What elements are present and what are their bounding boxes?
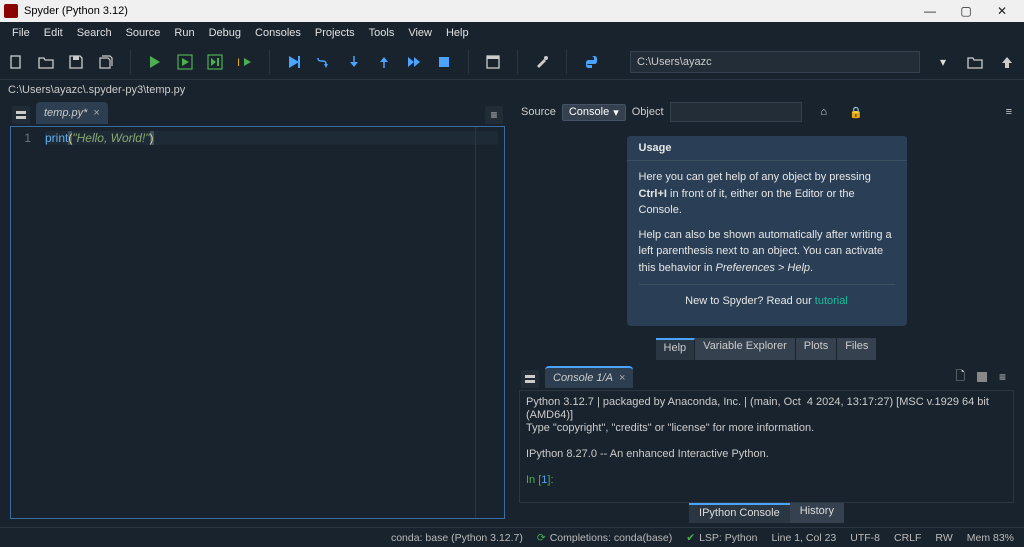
editor-options-icon[interactable]: ≡ [485,106,503,124]
code-token-function: print [45,131,68,145]
status-rw[interactable]: RW [935,532,952,544]
tutorial-link[interactable]: tutorial [815,295,848,307]
status-lsp[interactable]: ✔LSP: Python [686,532,757,544]
console-tab-label: Console 1/A [553,372,613,384]
ipython-console-pane: Console 1/A × 🗋 ≡ Python 3.12.7 | packag… [515,364,1018,524]
tab-files[interactable]: Files [837,338,877,360]
interrupt-kernel-icon[interactable]: 🗋 [955,367,965,388]
svg-text:I: I [237,57,240,69]
close-button[interactable]: ✕ [984,0,1020,22]
close-console-tab-icon[interactable]: × [619,372,625,384]
menu-help[interactable]: Help [440,25,475,41]
menubar: File Edit Search Source Run Debug Consol… [0,22,1024,44]
help-object-input[interactable] [670,102,803,122]
code-editor[interactable]: 1 print("Hello, World!") [10,126,505,519]
run-cell-advance-icon[interactable] [207,54,223,70]
stop-debug-icon[interactable] [436,54,452,70]
minimize-button[interactable]: — [912,0,948,22]
menu-projects[interactable]: Projects [309,25,361,41]
editor-tabbar: temp.py* × ≡ [6,100,509,124]
console-tab[interactable]: Console 1/A × [545,366,633,388]
maximize-pane-icon[interactable] [485,54,501,70]
menu-view[interactable]: View [402,25,438,41]
editor-tab[interactable]: temp.py* × [36,102,108,124]
menu-search[interactable]: Search [71,25,118,41]
continue-icon[interactable] [406,54,422,70]
tab-help[interactable]: Help [656,338,696,360]
status-cursor-pos[interactable]: Line 1, Col 23 [771,532,836,544]
run-selection-icon[interactable]: I [237,54,253,70]
save-icon[interactable] [68,54,84,70]
editor-browse-tabs-icon[interactable] [12,106,30,124]
stop-kernel-icon[interactable] [977,372,987,382]
status-conda[interactable]: conda: base (Python 3.12.7) [391,532,523,544]
open-file-icon[interactable] [38,54,54,70]
menu-edit[interactable]: Edit [38,25,69,41]
menu-consoles[interactable]: Consoles [249,25,307,41]
window-titlebar: Spyder (Python 3.12) — ▢ ✕ [0,0,1024,22]
app-logo [4,4,18,18]
editor-tab-label: temp.py* [44,107,87,119]
python-path-icon[interactable] [583,54,599,70]
console-browse-tabs-icon[interactable] [521,370,539,388]
code-token-string: "Hello, World!" [72,131,149,145]
menu-run[interactable]: Run [168,25,200,41]
step-out-icon[interactable] [376,54,392,70]
editor-pane: temp.py* × ≡ 1 print("Hello, World!") [6,100,509,523]
home-icon[interactable]: ⌂ [820,106,827,118]
tab-plots[interactable]: Plots [796,338,837,360]
close-tab-icon[interactable]: × [93,107,99,119]
console-output[interactable]: Python 3.12.7 | packaged by Anaconda, In… [519,390,1014,504]
editor-gutter: 1 [11,127,39,518]
status-completions[interactable]: ⟳Completions: conda(base) [537,532,672,544]
tab-variable-explorer[interactable]: Variable Explorer [695,338,796,360]
main-toolbar: I C:\Users\ayazc ▾ [0,44,1024,80]
help-object-label: Object [632,106,664,118]
new-file-icon[interactable] [8,54,24,70]
tab-ipython-console[interactable]: IPython Console [689,503,790,523]
help-card-title: Usage [627,136,907,161]
preferences-icon[interactable] [534,54,550,70]
help-options-icon[interactable]: ≡ [1006,106,1012,118]
tab-history[interactable]: History [790,503,844,523]
working-dir-field[interactable]: C:\Users\ayazc [630,51,920,73]
editor-file-path: C:\Users\ayazc\.spyder-py3\temp.py [0,80,1024,100]
chevron-down-icon: ▾ [613,106,619,119]
parent-dir-icon[interactable] [998,53,1016,71]
lock-icon[interactable]: 🔒 [849,106,863,119]
help-source-label: Source [521,106,556,118]
debug-icon[interactable] [286,54,302,70]
save-all-icon[interactable] [98,54,114,70]
help-source-select[interactable]: Console▾ [562,104,626,121]
run-icon[interactable] [147,54,163,70]
menu-file[interactable]: File [6,25,36,41]
step-icon[interactable] [316,54,332,70]
console-pane-tabs: IPython Console History [515,503,1018,523]
status-eol[interactable]: CRLF [894,532,921,544]
help-pane-tabs: Help Variable Explorer Plots Files [515,338,1018,360]
status-memory[interactable]: Mem 83% [967,532,1014,544]
menu-debug[interactable]: Debug [203,25,247,41]
code-token-paren: ) [150,131,154,145]
menu-source[interactable]: Source [120,25,167,41]
help-usage-card: Usage Here you can get help of any objec… [627,136,907,326]
maximize-button[interactable]: ▢ [948,0,984,22]
menu-tools[interactable]: Tools [363,25,401,41]
status-encoding[interactable]: UTF-8 [850,532,880,544]
browse-dir-icon[interactable] [966,53,984,71]
console-options-icon[interactable]: ≡ [999,370,1006,384]
run-cell-icon[interactable] [177,54,193,70]
working-dir-dropdown-icon[interactable]: ▾ [934,53,952,71]
step-into-icon[interactable] [346,54,362,70]
window-title: Spyder (Python 3.12) [24,5,128,17]
status-bar: conda: base (Python 3.12.7) ⟳Completions… [0,527,1024,547]
help-pane: Source Console▾ Object ⌂ 🔒 ≡ Usage Here … [515,100,1018,360]
